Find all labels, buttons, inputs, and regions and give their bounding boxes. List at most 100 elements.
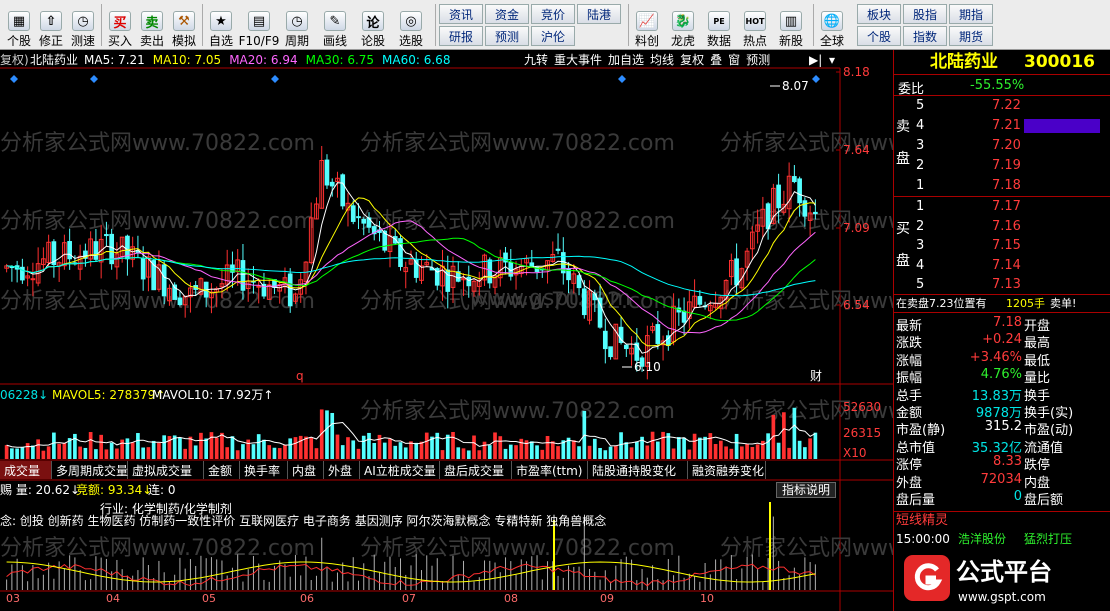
sell-button[interactable]: 卖卖出 [137, 2, 167, 48]
quick-button[interactable]: 资金 [485, 4, 529, 24]
dragon-tiger-icon: 🐉 [672, 11, 694, 31]
chart-menu-item[interactable]: 复权 [680, 52, 704, 68]
up-arrow-button[interactable]: ⇧ 修正 [36, 2, 66, 48]
finance-marker[interactable]: 财 [810, 369, 822, 383]
bid-level: 2 [916, 218, 925, 234]
indicator-tab[interactable]: 金额 [204, 461, 240, 479]
stat-value: 4.76% [980, 367, 1022, 383]
ask-level: 1 [916, 178, 925, 193]
globe-button[interactable]: 🌐 全球 [817, 2, 847, 48]
indicator-tab[interactable]: 市盈率(ttm) [512, 461, 588, 479]
volume-bar [698, 437, 702, 459]
order-notice: 在卖盘7.23位置有 [896, 297, 987, 310]
quick-button[interactable]: 资讯 [439, 4, 483, 24]
ask-price: 7.22 [992, 98, 1021, 113]
volume-bar [256, 434, 261, 459]
order-notice-tail: 卖单! [1050, 297, 1077, 310]
quick-button[interactable]: 竞价 [531, 4, 575, 24]
indicator-tab[interactable]: 成交量 [0, 461, 52, 479]
quick-button[interactable]: 预测 [485, 26, 529, 46]
indicator-tab[interactable]: 盘后成交量 [440, 461, 512, 479]
volume-bar [230, 436, 235, 459]
indicator-tab[interactable]: 多周期成交量 [52, 461, 128, 479]
period-button[interactable]: ◷ 周期 [282, 2, 312, 48]
quick-button[interactable]: 沪伦 [531, 26, 575, 46]
bid-level: 5 [916, 277, 925, 292]
market-button[interactable]: 板块 [857, 4, 901, 24]
watermark-text: 分析家公式网www.70822.com [0, 209, 315, 234]
quick-button[interactable]: 研报 [439, 26, 483, 46]
ask-price: 7.19 [992, 158, 1021, 173]
candle-body [361, 218, 367, 224]
chart-menu-item[interactable]: 九转 [524, 52, 548, 68]
volume-bar [655, 441, 660, 459]
bid-price: 7.14 [992, 257, 1021, 273]
hot-button[interactable]: HOT 热点 [740, 2, 770, 48]
chart-menu-item[interactable]: 均线 [650, 52, 674, 68]
dragon-tiger-button[interactable]: 🐉 龙虎 [668, 2, 698, 48]
quote-stat-row: 涨幅 +3.46% 最低 [894, 349, 1110, 369]
ask-price: 7.21 [992, 118, 1021, 133]
nav-arrow-icon[interactable]: ▶| [809, 53, 822, 67]
chart-tool-button[interactable]: 📈 料创 [632, 2, 662, 48]
volume-bar [46, 446, 51, 459]
main-toolbar: ▦ 个股 ⇧ 修正 ◷ 测速买买入卖卖出 ⚒ 模拟 ★ 自选 ▤ F10/F9 ◷ 周期 ✎ 画线论论股 ◎ 选股… [0, 0, 1110, 50]
volume-bar [146, 447, 151, 459]
market-button[interactable]: 指数 [903, 26, 947, 46]
volume-bar [782, 412, 786, 459]
event-marker[interactable]: q [296, 369, 304, 383]
buy-button[interactable]: 买买入 [105, 2, 135, 48]
chart-menu-item[interactable]: 重大事件 [554, 52, 602, 68]
volume-bar [382, 442, 387, 459]
sprite-stock[interactable]: 浩洋股份 [958, 532, 1006, 546]
price-tick: 8.18 [843, 65, 870, 79]
simulate-button[interactable]: ⚒ 模拟 [169, 2, 199, 48]
quick-button[interactable]: 陆港 [577, 4, 621, 24]
candle-body [287, 273, 293, 307]
market-button[interactable]: 个股 [857, 26, 901, 46]
f10-button[interactable]: ▤ F10/F9 [239, 2, 279, 48]
volume-bar [62, 442, 67, 459]
stock-picker-button[interactable]: ◎ 选股 [396, 2, 426, 48]
draw-line-button[interactable]: ✎ 画线 [320, 2, 350, 48]
market-button[interactable]: 期货 [949, 26, 993, 46]
indicator-tab[interactable]: AI立桩成交量 [360, 461, 440, 479]
indicator-tab[interactable]: 内盘 [288, 461, 324, 479]
chart-area[interactable]: 分析家公式网www.70822.com 分析家公式网www.70822.com 分析… [0, 50, 893, 611]
forum-button[interactable]: 论论股 [358, 2, 388, 48]
toolbar-button-label: 新股 [778, 34, 803, 48]
indicator-tab[interactable]: 换手率 [240, 461, 288, 479]
chart-menu-item[interactable]: 加自选 [608, 52, 644, 68]
indicator-tab[interactable]: 陆股通持股变化 [588, 461, 688, 479]
mavol5-label: MAVOL5: 278379↑ [52, 388, 166, 402]
indicator-tab[interactable]: 虚拟成交量 [128, 461, 204, 479]
market-button[interactable]: 期指 [949, 4, 993, 24]
candle-body [240, 260, 246, 291]
indicator-help-button[interactable]: 指标说明 [776, 482, 836, 498]
volume-bar [88, 432, 93, 459]
volume-bar [241, 444, 245, 459]
stat-label-right: 盘后额 [1024, 493, 1064, 508]
volume-bar [214, 437, 219, 459]
new-stock-button[interactable]: ▥ 新股 [776, 2, 806, 48]
volume-bar [424, 432, 429, 459]
data-pe-button[interactable]: PE 数据 [704, 2, 734, 48]
chart-menu-item[interactable]: 预测 [746, 52, 770, 68]
indicator-tab[interactable]: 外盘 [324, 461, 360, 479]
toolbar-button-label: 料创 [634, 34, 659, 48]
market-button[interactable]: 股指 [903, 4, 947, 24]
indicator-tab[interactable]: 融资融券变化 [688, 461, 766, 479]
month-tick: 05 [202, 592, 216, 605]
volume-bar [456, 447, 461, 459]
chart-menu-item[interactable]: 叠 [710, 52, 722, 68]
month-tick: 03 [6, 592, 20, 605]
grid-button[interactable]: ▦ 个股 [4, 2, 34, 48]
ask-level: 2 [916, 158, 925, 173]
candle-body [466, 276, 472, 287]
favorites-button[interactable]: ★ 自选 [206, 2, 236, 48]
chart-menu-item[interactable]: 窗 [728, 52, 740, 68]
sprite-title[interactable]: 短线精灵 [896, 514, 948, 528]
dropdown-icon[interactable]: ▾ [829, 53, 835, 67]
clock-button[interactable]: ◷ 测速 [68, 2, 98, 48]
volume-bar [283, 445, 287, 459]
